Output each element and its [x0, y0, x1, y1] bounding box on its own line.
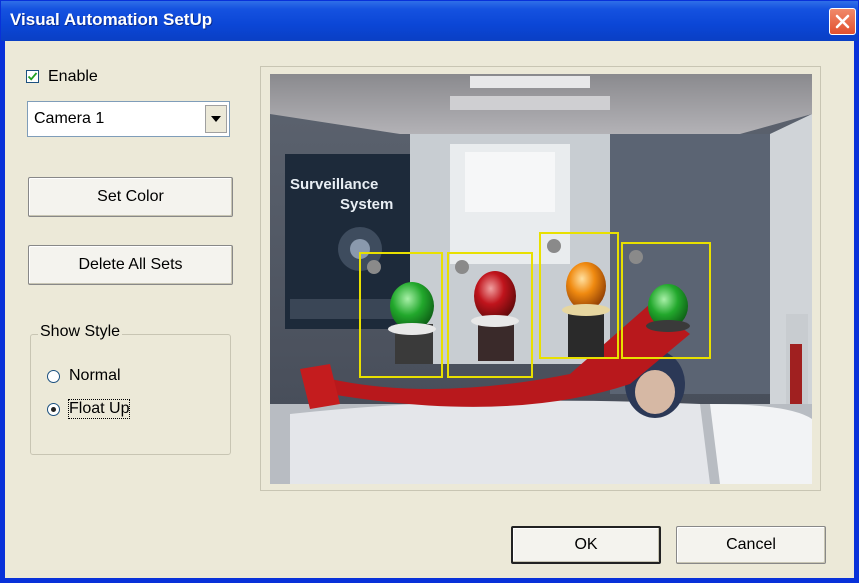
cancel-button[interactable]: Cancel	[676, 526, 826, 564]
ok-label: OK	[574, 536, 598, 553]
dialog-title: Visual Automation SetUp	[10, 10, 213, 29]
camera-preview-frame: Surveillance System	[260, 66, 821, 491]
radio-normal-button[interactable]	[47, 370, 60, 383]
ok-button[interactable]: OK	[511, 526, 661, 564]
poster-title-1: Surveillance	[290, 176, 378, 193]
camera-preview-image[interactable]: Surveillance System	[270, 74, 812, 484]
enable-label: Enable	[48, 68, 98, 85]
radio-float-up-label: Float Up	[67, 399, 131, 419]
show-style-group	[30, 334, 231, 455]
close-button[interactable]	[829, 8, 856, 35]
camera-select-dropdown-button[interactable]	[205, 105, 227, 133]
set-color-button[interactable]: Set Color	[28, 177, 233, 217]
radio-float-up-button[interactable]	[47, 403, 60, 416]
title-bar[interactable]: Visual Automation SetUp	[1, 1, 858, 41]
cancel-label: Cancel	[726, 536, 776, 553]
camera-select-value: Camera 1	[34, 110, 105, 127]
close-icon	[835, 14, 850, 29]
checkmark-icon	[27, 72, 38, 81]
set-color-label: Set Color	[97, 188, 164, 205]
poster-title-2: System	[340, 196, 393, 213]
chevron-down-icon	[211, 116, 221, 122]
radio-normal-label: Normal	[69, 367, 121, 384]
show-style-title: Show Style	[38, 323, 123, 341]
enable-checkbox[interactable]	[26, 70, 39, 83]
delete-all-sets-label: Delete All Sets	[78, 256, 183, 273]
camera-select[interactable]: Camera 1	[27, 101, 230, 137]
delete-all-sets-button[interactable]: Delete All Sets	[28, 245, 233, 285]
